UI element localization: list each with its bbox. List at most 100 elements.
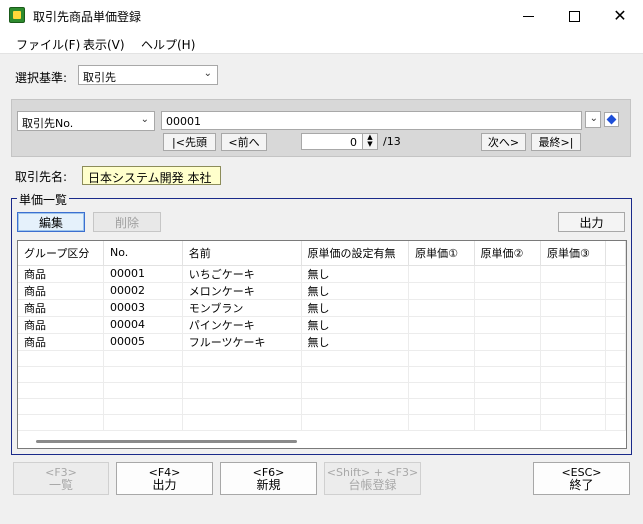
column-header-group[interactable]: グループ区分 <box>18 241 105 266</box>
column-header-cost-1[interactable]: 原単価① <box>408 241 475 266</box>
table-cell <box>18 350 105 367</box>
table-cell: 商品 <box>18 265 105 283</box>
table-cell <box>408 299 475 317</box>
table-cell <box>408 265 475 283</box>
record-total: /13 <box>383 135 401 148</box>
table-cell <box>474 398 541 415</box>
table-cell: 商品 <box>18 299 105 317</box>
table-row[interactable]: 商品 00001 いちごケーキ 無し <box>18 265 626 283</box>
table-row[interactable]: 商品 00002 メロンケーキ 無し <box>18 282 626 300</box>
code-input[interactable]: 00001 <box>161 111 582 130</box>
table-cell <box>301 366 410 383</box>
code-dropdown-button[interactable]: ⌄ <box>585 111 601 128</box>
f6-new-button[interactable]: <F6> 新規 <box>220 462 317 495</box>
field-select[interactable]: 取引先No. ⌄ <box>17 111 155 131</box>
table-cell <box>301 398 410 415</box>
f3-list-button[interactable]: <F3> 一覧 <box>13 462 109 495</box>
table-row[interactable] <box>18 366 626 383</box>
f6-key: <F6> <box>252 465 285 479</box>
table-cell <box>18 366 105 383</box>
code-input-value: 00001 <box>166 115 201 128</box>
table-cell <box>408 382 475 399</box>
table-row[interactable] <box>18 350 626 367</box>
table-cell <box>18 414 105 431</box>
record-spinner[interactable]: ▲ ▼ <box>362 133 378 150</box>
table-cell: メロンケーキ <box>182 282 302 300</box>
table-row[interactable]: 商品 00003 モンブラン 無し <box>18 299 626 317</box>
table-cell <box>103 366 183 383</box>
lookup-button[interactable] <box>604 112 619 127</box>
column-header-name[interactable]: 名前 <box>182 241 302 266</box>
record-position-input[interactable]: 0 <box>301 133 363 150</box>
table-cell: 無し <box>301 299 410 317</box>
table-cell: 商品 <box>18 282 105 300</box>
table-cell: 無し <box>301 282 410 300</box>
table-cell <box>408 414 475 431</box>
table-cell <box>474 414 541 431</box>
column-header-cost-3[interactable]: 原単価③ <box>540 241 607 266</box>
selection-combo[interactable]: 取引先 ⌄ <box>78 65 218 85</box>
chevron-down-icon: ⌄ <box>140 114 149 125</box>
column-header-cost-setting[interactable]: 原単価の設定有無 <box>301 241 410 266</box>
table-cell <box>408 366 475 383</box>
f4-output-button[interactable]: <F4> 出力 <box>116 462 213 495</box>
table-cell <box>474 316 541 334</box>
table-cell <box>408 350 475 367</box>
output-button[interactable]: 出力 <box>558 212 625 232</box>
next-button[interactable]: 次へ> <box>481 133 526 151</box>
table-row[interactable] <box>18 398 626 415</box>
last-button[interactable]: 最終>| <box>531 133 581 151</box>
menu-help[interactable]: ヘルプ(H) <box>141 36 195 53</box>
table-cell <box>103 382 183 399</box>
table-row[interactable]: 商品 00005 フルーツケーキ 無し <box>18 333 626 351</box>
price-table-body: 商品 00001 いちごケーキ 無し 商品 00002 メロンケーキ 無し 商品 00003 モンブ… <box>18 265 626 431</box>
close-button[interactable]: ✕ <box>597 0 643 32</box>
table-cell: 無し <box>301 265 410 283</box>
first-button[interactable]: |<先頭 <box>163 133 216 151</box>
table-row[interactable]: 商品 00004 パインケーキ 無し <box>18 316 626 334</box>
table-cell <box>182 382 302 399</box>
table-cell <box>540 366 607 383</box>
table-row[interactable] <box>18 414 626 431</box>
spin-down-icon[interactable]: ▼ <box>363 141 377 148</box>
maximize-button[interactable] <box>551 0 597 32</box>
table-cell <box>103 398 183 415</box>
prev-button[interactable]: <前へ <box>221 133 267 151</box>
maximize-icon <box>568 10 580 22</box>
horizontal-scrollbar[interactable] <box>18 434 626 448</box>
table-cell: モンブラン <box>182 299 302 317</box>
table-cell <box>605 265 626 283</box>
close-icon: ✕ <box>613 6 627 25</box>
f3-key: <F3> <box>45 465 77 479</box>
column-header-cost-2[interactable]: 原単価② <box>474 241 541 266</box>
f6-label: 新規 <box>256 477 281 492</box>
table-cell: 商品 <box>18 333 105 351</box>
price-grid[interactable]: グループ区分 No. 名前 原単価の設定有無 原単価① 原単価② 原単価③ 商品… <box>17 240 627 449</box>
table-row[interactable] <box>18 382 626 399</box>
minimize-button[interactable] <box>505 0 551 32</box>
table-cell <box>540 414 607 431</box>
f3-label: 一覧 <box>48 477 73 492</box>
table-cell: いちごケーキ <box>182 265 302 283</box>
scrollbar-thumb[interactable] <box>36 440 297 443</box>
table-cell: 00005 <box>103 333 183 351</box>
table-cell: 無し <box>301 316 410 334</box>
table-cell <box>540 316 607 334</box>
shift-f3-label: 台帳登録 <box>348 477 397 492</box>
shift-f3-register-button[interactable]: <Shift> + <F3> 台帳登録 <box>324 462 421 495</box>
column-header-no[interactable]: No. <box>103 241 183 266</box>
table-cell: パインケーキ <box>182 316 302 334</box>
price-table: グループ区分 No. 名前 原単価の設定有無 原単価① 原単価② 原単価③ 商品… <box>18 241 626 431</box>
table-cell <box>474 333 541 351</box>
table-cell <box>182 398 302 415</box>
delete-button[interactable]: 削除 <box>93 212 161 232</box>
table-cell <box>301 382 410 399</box>
esc-exit-button[interactable]: <ESC> 終了 <box>533 462 630 495</box>
shift-f3-key: <Shift> + <F3> <box>326 465 419 479</box>
table-cell <box>18 382 105 399</box>
menu-view[interactable]: 表示(V) <box>83 36 125 53</box>
table-cell <box>605 398 626 415</box>
menu-file[interactable]: ファイル(F) <box>16 36 80 53</box>
table-cell <box>474 382 541 399</box>
edit-button[interactable]: 編集 <box>17 212 85 232</box>
